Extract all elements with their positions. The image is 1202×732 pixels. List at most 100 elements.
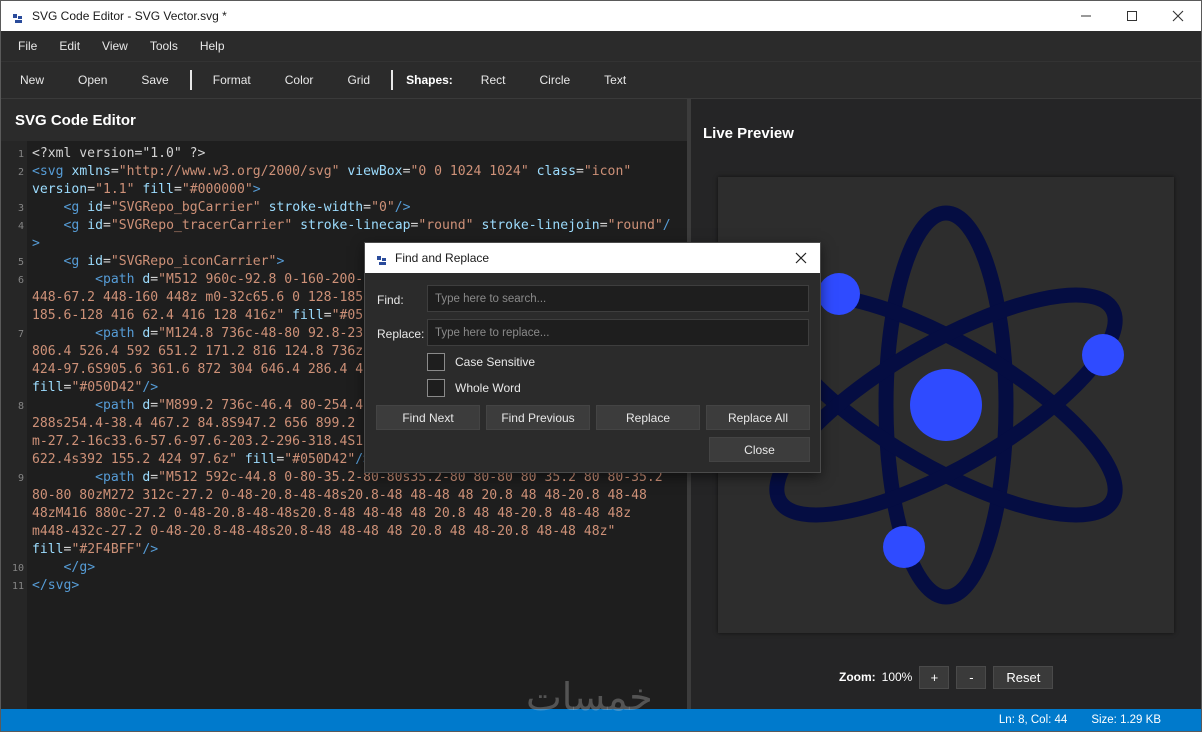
code-line: <svg xmlns="http://www.w3.org/2000/svg" … xyxy=(32,164,632,179)
app-icon xyxy=(13,11,23,23)
code-line: 424-97.6S905.6 361.6 872 304 646.4 286.4… xyxy=(32,362,364,377)
find-replace-dialog: Find and Replace Find: Replace: Case Sen… xyxy=(364,242,821,473)
line-number: 5 xyxy=(17,257,24,268)
find-input[interactable] xyxy=(427,285,809,312)
code-line: <g id="SVGRepo_iconCarrier"> xyxy=(63,254,285,269)
menu-edit[interactable]: Edit xyxy=(48,31,91,61)
code-line: version="1.1" fill="#000000"> xyxy=(32,182,261,197)
find-previous-button[interactable]: Find Previous xyxy=(486,405,590,430)
code-line: 80-80 80zM272 312c-27.2 0-48-20.8-48-48s… xyxy=(32,488,647,503)
menu-view[interactable]: View xyxy=(91,31,139,61)
line-number: 9 xyxy=(17,473,24,484)
line-number: 7 xyxy=(17,329,24,340)
minimize-button[interactable] xyxy=(1063,1,1109,31)
electron xyxy=(883,526,925,568)
watermark-logo: خمسات xyxy=(526,675,653,719)
code-line: 806.4 526.4 592 651.2 171.2 816 124.8 73… xyxy=(32,344,364,359)
shapes-label: Shapes: xyxy=(406,73,453,87)
find-label: Find: xyxy=(377,293,404,307)
replace-label: Replace: xyxy=(377,327,425,341)
zoom-value: 100% xyxy=(881,670,913,684)
code-line: <path d="M512 960c-92.8 0-160-200- xyxy=(95,272,364,287)
code-line: 288s254.4-38.4 467.2 84.8S947.2 656 899.… xyxy=(32,416,364,431)
replace-button[interactable]: Replace xyxy=(596,405,700,430)
line-number: 1 xyxy=(17,149,24,160)
circle-button[interactable]: Circle xyxy=(522,62,587,98)
checkbox-box[interactable] xyxy=(427,353,445,371)
toolbar-separator xyxy=(391,70,394,90)
save-button[interactable]: Save xyxy=(124,62,185,98)
close-icon xyxy=(1172,10,1184,22)
grid-button[interactable]: Grid xyxy=(330,62,387,98)
checkbox-box[interactable] xyxy=(427,379,445,397)
dialog-close-button[interactable] xyxy=(786,243,816,273)
menu-file[interactable]: File xyxy=(7,31,48,61)
code-line: <g id="SVGRepo_tracerCarrier" stroke-lin… xyxy=(63,218,671,233)
menu-tools[interactable]: Tools xyxy=(139,31,189,61)
app-icon xyxy=(377,253,387,265)
find-next-button[interactable]: Find Next xyxy=(376,405,480,430)
code-line: > xyxy=(32,236,40,251)
maximize-icon xyxy=(1127,11,1137,21)
close-window-button[interactable] xyxy=(1155,1,1201,31)
menu-bar: File Edit View Tools Help xyxy=(1,31,1201,61)
maximize-button[interactable] xyxy=(1109,1,1155,31)
nucleus xyxy=(910,369,982,441)
close-dialog-button[interactable]: Close xyxy=(709,437,810,462)
reset-zoom-button[interactable]: Reset xyxy=(993,665,1054,689)
preview-title: Live Preview xyxy=(703,125,794,142)
code-line: </g> xyxy=(63,560,96,575)
dialog-title-bar: Find and Replace xyxy=(365,243,820,273)
open-button[interactable]: Open xyxy=(61,62,124,98)
code-line: 48zM416 880c-27.2 0-48-20.8-48-48s20.8-4… xyxy=(32,506,632,521)
minimize-icon xyxy=(1081,15,1091,17)
zoom-out-button[interactable]: - xyxy=(956,665,987,689)
toolbar-separator xyxy=(189,70,192,90)
line-number-gutter: 1 2 3 4 5 6 7 8 9 10 11 xyxy=(1,141,27,709)
code-line: m-27.2-16c33.6-57.6-97.6-203.2-296-318.4… xyxy=(32,434,364,449)
color-button[interactable]: Color xyxy=(268,62,331,98)
line-number: 11 xyxy=(11,581,24,592)
line-number: 2 xyxy=(17,167,24,178)
code-line: 448-67.2 448-160 448z m0-32c65.6 0 128-1… xyxy=(32,290,371,305)
code-line: 185.6-128 416 62.4 416 128 416z" fill="#… xyxy=(32,308,364,323)
line-number: 8 xyxy=(17,401,24,412)
dialog-title: Find and Replace xyxy=(395,251,490,265)
window-title: SVG Code Editor - SVG Vector.svg * xyxy=(32,9,227,23)
case-sensitive-label: Case Sensitive xyxy=(455,355,536,369)
zoom-controls: Zoom: 100% + - Reset xyxy=(839,665,1060,689)
line-number: 3 xyxy=(17,203,24,214)
code-line: fill="#2F4BFF"/> xyxy=(32,542,159,557)
app-window: SVG Code Editor - SVG Vector.svg * File … xyxy=(0,0,1202,732)
case-sensitive-checkbox[interactable]: Case Sensitive xyxy=(427,353,535,371)
whole-word-label: Whole Word xyxy=(455,381,521,395)
toolbar: New Open Save Format Color Grid Shapes: … xyxy=(1,61,1201,99)
zoom-in-button[interactable]: + xyxy=(919,665,950,689)
editor-header: SVG Code Editor xyxy=(1,99,687,141)
code-line: <g id="SVGRepo_bgCarrier" stroke-width="… xyxy=(63,200,411,215)
editor-title: SVG Code Editor xyxy=(15,111,136,129)
code-line: <path d="M124.8 736c-48-80 92.8-23 xyxy=(95,326,364,341)
electron xyxy=(1082,334,1124,376)
cursor-position: Ln: 8, Col: 44 xyxy=(998,714,1068,726)
zoom-label: Zoom: xyxy=(839,670,876,684)
code-line: 622.4s392 155.2 424 97.6z" fill="#050D42… xyxy=(32,452,371,467)
replace-input[interactable] xyxy=(427,319,809,346)
code-line: <?xml version="1.0" ?> xyxy=(32,146,206,161)
code-line: <path d="M899.2 736c-46.4 80-254.4 xyxy=(95,398,364,413)
line-number: 6 xyxy=(17,275,24,286)
close-icon xyxy=(795,252,807,264)
whole-word-checkbox[interactable]: Whole Word xyxy=(427,379,521,397)
rect-button[interactable]: Rect xyxy=(464,62,523,98)
menu-help[interactable]: Help xyxy=(189,31,236,61)
file-size: Size: 1.29 KB xyxy=(1091,714,1161,726)
line-number: 10 xyxy=(11,563,24,574)
electron xyxy=(818,273,860,315)
code-line: </svg> xyxy=(32,578,80,593)
replace-all-button[interactable]: Replace All xyxy=(706,405,810,430)
title-bar: SVG Code Editor - SVG Vector.svg * xyxy=(1,1,1201,31)
code-line: m448-432c-27.2 0-48-20.8-48-48s20.8-48 4… xyxy=(32,524,616,539)
text-button[interactable]: Text xyxy=(587,62,643,98)
new-button[interactable]: New xyxy=(3,62,61,98)
format-button[interactable]: Format xyxy=(196,62,268,98)
